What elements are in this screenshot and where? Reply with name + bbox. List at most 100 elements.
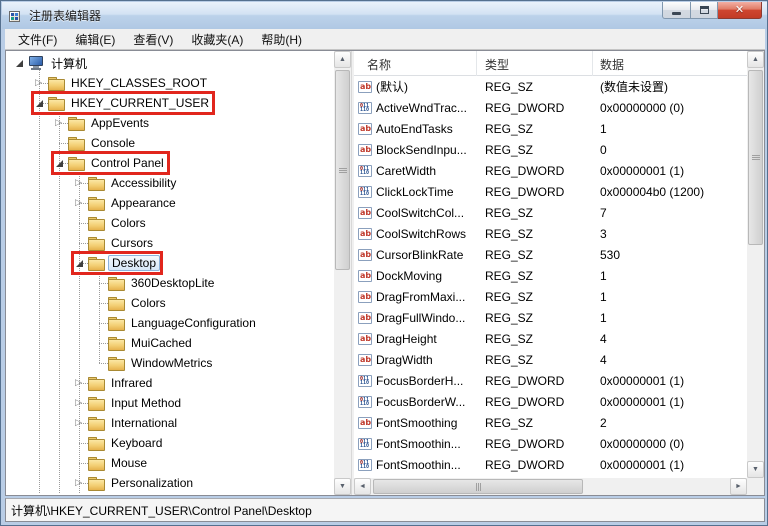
expander-placeholder: [94, 298, 105, 309]
expand-triangle-icon[interactable]: [74, 198, 85, 209]
registry-editor-window: 注册表编辑器 ✕ 文件(F)编辑(E)查看(V)收藏夹(A)帮助(H) 计算机 H…: [0, 0, 768, 526]
expander-placeholder: [74, 238, 85, 249]
reg-dword-icon: [358, 186, 372, 198]
registry-tree-pane: 计算机 HKEY_CLASSES_ROOT HKEY_CURRENT_USER App…: [6, 51, 351, 495]
registry-value-row[interactable]: FontSmoothin...REG_DWORD0x00000000 (0): [354, 433, 747, 454]
window-title: 注册表编辑器: [29, 7, 101, 24]
expand-triangle-icon[interactable]: [54, 118, 65, 129]
scroll-up-icon[interactable]: ▲: [747, 51, 764, 68]
menu-item-1[interactable]: 编辑(E): [66, 29, 124, 50]
menu-item-2[interactable]: 查看(V): [124, 29, 182, 50]
tree-item-appevents[interactable]: AppEvents: [54, 114, 152, 132]
collapse-triangle-icon[interactable]: [74, 258, 85, 269]
value-data: 530: [593, 248, 747, 262]
value-type: REG_SZ: [477, 143, 593, 157]
tree-item-label: WindowMetrics: [128, 355, 215, 371]
tree-item-console[interactable]: Console: [54, 134, 138, 152]
maximize-button[interactable]: [691, 2, 718, 19]
registry-value-row[interactable]: CaretWidthREG_DWORD0x00000001 (1): [354, 160, 747, 181]
registry-value-row[interactable]: DragHeightREG_SZ4: [354, 328, 747, 349]
tree-item-hkey-classes-root[interactable]: HKEY_CLASSES_ROOT: [34, 74, 210, 92]
tree-item-appearance[interactable]: Appearance: [74, 194, 179, 212]
registry-value-row[interactable]: AutoEndTasksREG_SZ1: [354, 118, 747, 139]
list-hscrollbar-thumb[interactable]: [373, 479, 583, 494]
tree-item-colors[interactable]: Colors: [94, 294, 169, 312]
expander-placeholder: [74, 438, 85, 449]
registry-values-pane: 名称 类型 数据 (默认)REG_SZ(数值未设置)ActiveWndTrac.…: [354, 51, 764, 495]
registry-value-row[interactable]: BlockSendInpu...REG_SZ0: [354, 139, 747, 160]
registry-value-row[interactable]: FontSmoothingREG_SZ2: [354, 412, 747, 433]
tree-item-计算机[interactable]: 计算机: [14, 54, 90, 72]
tree-item-control-panel[interactable]: Control Panel: [54, 154, 167, 172]
column-header-type[interactable]: 类型: [477, 51, 593, 76]
tree-item-personalization[interactable]: Personalization: [74, 474, 196, 492]
registry-value-row[interactable]: CoolSwitchRowsREG_SZ3: [354, 223, 747, 244]
value-data: 0: [593, 143, 747, 157]
collapse-triangle-icon[interactable]: [54, 158, 65, 169]
tree-item-languageconfiguration[interactable]: LanguageConfiguration: [94, 314, 259, 332]
expand-triangle-icon[interactable]: [74, 178, 85, 189]
reg-dword-icon: [358, 396, 372, 408]
tree-item-desktop[interactable]: Desktop: [74, 254, 160, 272]
tree-scrollbar-thumb[interactable]: [335, 70, 350, 270]
collapse-triangle-icon[interactable]: [14, 58, 25, 69]
reg-dword-icon: [358, 102, 372, 114]
registry-value-row[interactable]: ActiveWndTrac...REG_DWORD0x00000000 (0): [354, 97, 747, 118]
registry-value-row[interactable]: FocusBorderH...REG_DWORD0x00000001 (1): [354, 370, 747, 391]
tree-item-label: 360DesktopLite: [128, 275, 217, 291]
tree-item-international[interactable]: International: [74, 414, 180, 432]
column-header-name[interactable]: 名称: [354, 51, 477, 76]
tree-item-input-method[interactable]: Input Method: [74, 394, 184, 412]
tree-item-infrared[interactable]: Infrared: [74, 374, 155, 392]
tree-item-hkey-current-user[interactable]: HKEY_CURRENT_USER: [34, 94, 212, 112]
value-type: REG_SZ: [477, 311, 593, 325]
menu-item-0[interactable]: 文件(F): [9, 29, 66, 50]
list-vertical-scrollbar[interactable]: ▲ ▼: [747, 51, 764, 478]
registry-value-row[interactable]: FontSmoothin...REG_DWORD0x00000001 (1): [354, 454, 747, 475]
expand-triangle-icon[interactable]: [34, 78, 45, 89]
registry-value-row[interactable]: CoolSwitchCol...REG_SZ7: [354, 202, 747, 223]
tree-item-mouse[interactable]: Mouse: [74, 454, 150, 472]
column-header-data[interactable]: 数据: [593, 51, 747, 76]
folder-icon: [88, 437, 104, 450]
collapse-triangle-icon[interactable]: [34, 98, 45, 109]
close-button[interactable]: ✕: [718, 2, 762, 19]
reg-sz-icon: [358, 270, 372, 282]
minimize-button[interactable]: [662, 2, 691, 19]
registry-value-row[interactable]: CursorBlinkRateREG_SZ530: [354, 244, 747, 265]
registry-value-row[interactable]: (默认)REG_SZ(数值未设置): [354, 76, 747, 97]
tree-item-colors[interactable]: Colors: [74, 214, 149, 232]
menu-item-3[interactable]: 收藏夹(A): [182, 29, 252, 50]
tree-item-cursors[interactable]: Cursors: [74, 234, 156, 252]
scroll-left-icon[interactable]: ◄: [354, 478, 371, 495]
tree-item-keyboard[interactable]: Keyboard: [74, 434, 165, 452]
scroll-down-icon[interactable]: ▼: [334, 478, 351, 495]
tree-item-muicached[interactable]: MuiCached: [94, 334, 195, 352]
registry-value-row[interactable]: DragWidthREG_SZ4: [354, 349, 747, 370]
expand-triangle-icon[interactable]: [74, 418, 85, 429]
list-scrollbar-thumb[interactable]: [748, 70, 763, 245]
list-horizontal-scrollbar[interactable]: ◄ ►: [354, 478, 747, 495]
tree-rows: 计算机 HKEY_CLASSES_ROOT HKEY_CURRENT_USER App…: [6, 51, 333, 495]
scroll-down-icon[interactable]: ▼: [747, 461, 764, 478]
expand-triangle-icon[interactable]: [74, 378, 85, 389]
menu-item-4[interactable]: 帮助(H): [252, 29, 311, 50]
registry-value-row[interactable]: DragFullWindo...REG_SZ1: [354, 307, 747, 328]
scroll-up-icon[interactable]: ▲: [334, 51, 351, 68]
tree-item-accessibility[interactable]: Accessibility: [74, 174, 179, 192]
folder-icon: [88, 177, 104, 190]
registry-value-row[interactable]: DockMovingREG_SZ1: [354, 265, 747, 286]
registry-value-row[interactable]: FocusBorderW...REG_DWORD0x00000001 (1): [354, 391, 747, 412]
expand-triangle-icon[interactable]: [74, 398, 85, 409]
tree-item-360desktoplite[interactable]: 360DesktopLite: [94, 274, 217, 292]
value-name-cell: FontSmoothin...: [354, 437, 477, 451]
registry-value-row[interactable]: DragFromMaxi...REG_SZ1: [354, 286, 747, 307]
value-name: CursorBlinkRate: [376, 248, 463, 262]
scroll-right-icon[interactable]: ►: [730, 478, 747, 495]
tree-vertical-scrollbar[interactable]: ▲ ▼: [334, 51, 351, 495]
registry-value-row[interactable]: ClickLockTimeREG_DWORD0x000004b0 (1200): [354, 181, 747, 202]
expand-triangle-icon[interactable]: [74, 478, 85, 489]
value-name: FontSmoothin...: [376, 458, 461, 472]
tree-item-windowmetrics[interactable]: WindowMetrics: [94, 354, 215, 372]
list-header: 名称 类型 数据: [354, 51, 747, 76]
